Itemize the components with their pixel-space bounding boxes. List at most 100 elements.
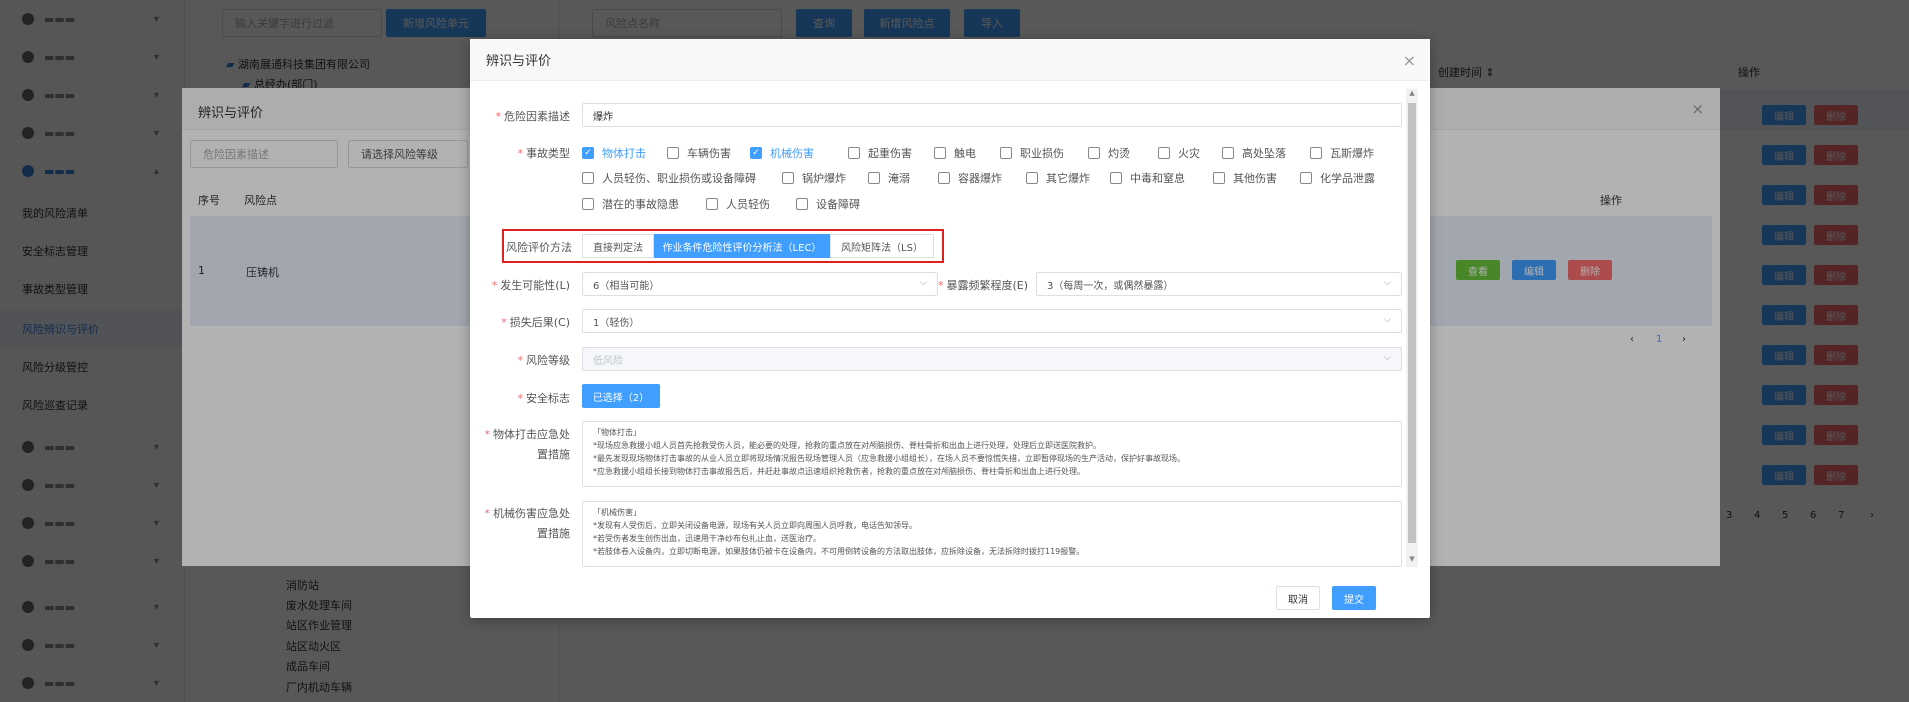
checkbox-icon	[667, 147, 679, 159]
dialog-scrollbar[interactable]: ▲ ▼	[1406, 89, 1418, 567]
dialog-header: 辨识与评价	[470, 39, 1430, 81]
consequence-label: * 损失后果(C)	[501, 316, 570, 329]
consequence-value: 1（轻伤）	[593, 317, 640, 329]
strike-measures-label: * 物体打击应急处 置措施	[484, 428, 571, 461]
accident-type-label: 人员轻伤	[726, 198, 770, 211]
accident-type-label: 灼烫	[1108, 147, 1130, 160]
accident-type-checkbox[interactable]: 灼烫	[1088, 145, 1130, 161]
mechanical-measures-label: * 机械伤害应急处 置措施	[484, 507, 571, 540]
accident-type-checkbox[interactable]: 车辆伤害	[667, 145, 731, 161]
checkbox-icon	[1310, 147, 1322, 159]
accident-type-checkbox[interactable]: 潜在的事故隐患	[582, 196, 679, 212]
checkbox-icon	[938, 172, 950, 184]
checkbox-icon	[1088, 147, 1100, 159]
accident-type-label: 机械伤害	[770, 147, 814, 160]
hazard-value: 爆炸	[593, 111, 613, 123]
checkbox-icon	[848, 147, 860, 159]
chevron-down-icon: ⌵	[1384, 278, 1391, 288]
accident-type-checkbox[interactable]: 瓦斯爆炸	[1310, 145, 1374, 161]
accident-type-label: 车辆伤害	[687, 147, 731, 160]
accident-type-checkbox[interactable]: 火灾	[1158, 145, 1200, 161]
hazard-label: * 危险因素描述	[495, 110, 571, 123]
cancel-button[interactable]: 取消	[1276, 586, 1320, 610]
mechanical-measures-textarea[interactable]: 「机械伤害」 *发现有人受伤后，立即关闭设备电源，现场有关人员立即向周围人员呼救…	[582, 501, 1402, 567]
method-direct-button[interactable]: 直接判定法	[582, 234, 654, 258]
accident-type-label: 潜在的事故隐患	[602, 198, 679, 211]
dialog-title: 辨识与评价	[486, 54, 552, 69]
accident-type-checkbox[interactable]: 其他伤害	[1213, 170, 1277, 186]
identify-evaluate-dialog: 辨识与评价 × * 危险因素描述 爆炸 * 事故类型 风险评价方法 直接判定法 作业…	[470, 39, 1430, 618]
accident-type-label: 淹溺	[888, 172, 910, 185]
checkbox-icon	[1213, 172, 1225, 184]
accident-type-label: 化学品泄露	[1320, 172, 1375, 185]
accident-type-checkbox[interactable]: 中毒和窒息	[1110, 170, 1185, 186]
checkbox-icon	[706, 198, 718, 210]
accident-type-checkbox[interactable]: 容器爆炸	[938, 170, 1002, 186]
likelihood-label: * 发生可能性(L)	[491, 279, 570, 292]
accident-type-label: 火灾	[1178, 147, 1200, 160]
method-label: 风险评价方法	[506, 241, 572, 254]
strike-measures-textarea[interactable]: 「物体打击」 *现场应急救援小组人员首先抢救受伤人员，能必要的处理，抢救的重点放…	[582, 421, 1402, 487]
accident-type-label: 职业损伤	[1020, 147, 1064, 160]
accident-type-checkbox[interactable]: 其它爆炸	[1026, 170, 1090, 186]
risk-level-label: * 风险等级	[517, 354, 571, 367]
scrollbar-thumb[interactable]	[1408, 103, 1416, 543]
chevron-down-icon: ⌵	[1384, 353, 1391, 363]
accident-type-checkbox[interactable]: 触电	[934, 145, 976, 161]
checkbox-icon	[934, 147, 946, 159]
scroll-down-icon[interactable]: ▼	[1406, 555, 1418, 567]
likelihood-value: 6（相当可能）	[593, 280, 660, 292]
exposure-label: * 暴露频繁程度(E)	[937, 279, 1028, 292]
checkbox-icon	[1026, 172, 1038, 184]
accident-type-checkbox[interactable]: 人员轻伤、职业损伤或设备障碍	[582, 170, 756, 186]
accident-type-checkbox[interactable]: 化学品泄露	[1300, 170, 1375, 186]
risk-level-select: 低风险 ⌵	[582, 347, 1402, 371]
submit-button[interactable]: 提交	[1332, 586, 1376, 610]
accident-type-label: 其他伤害	[1233, 172, 1277, 185]
accident-type-label: 容器爆炸	[958, 172, 1002, 185]
scroll-up-icon[interactable]: ▲	[1406, 89, 1418, 101]
checkbox-icon	[1000, 147, 1012, 159]
consequence-select[interactable]: 1（轻伤） ⌵	[582, 309, 1402, 333]
accident-type-checkbox[interactable]: 锅炉爆炸	[782, 170, 846, 186]
accident-type-checkbox[interactable]: 高处坠落	[1222, 145, 1286, 161]
accident-type-label: 其它爆炸	[1046, 172, 1090, 185]
accident-type-label: 物体打击	[602, 147, 646, 160]
safety-sign-label: * 安全标志	[517, 392, 571, 405]
checkbox-icon	[582, 172, 594, 184]
accident-type-checkbox[interactable]: 淹溺	[868, 170, 910, 186]
accident-type-label: 设备障碍	[816, 198, 860, 211]
checkbox-icon	[868, 172, 880, 184]
accident-type-checkbox[interactable]: 起重伤害	[848, 145, 912, 161]
accident-type-checkbox[interactable]: ✓ 机械伤害	[750, 145, 814, 161]
accident-type-checkbox[interactable]: 职业损伤	[1000, 145, 1064, 161]
checkbox-icon	[1222, 147, 1234, 159]
close-icon[interactable]: ×	[1403, 51, 1416, 70]
accident-type-checkbox[interactable]: 人员轻伤	[706, 196, 770, 212]
accident-type-label: 触电	[954, 147, 976, 160]
risk-level-value: 低风险	[593, 355, 623, 367]
hazard-input[interactable]: 爆炸	[582, 103, 1402, 127]
accident-type-label: 高处坠落	[1242, 147, 1286, 160]
accident-type-label: 中毒和窒息	[1130, 172, 1185, 185]
checkbox-icon	[782, 172, 794, 184]
exposure-select[interactable]: 3（每周一次，或偶然暴露） ⌵	[1036, 272, 1402, 296]
accident-type-checkbox[interactable]: ✓ 物体打击	[582, 145, 646, 161]
chevron-down-icon: ⌵	[920, 278, 927, 288]
accident-type-label: 锅炉爆炸	[802, 172, 846, 185]
safety-sign-button[interactable]: 已选择（2）	[582, 384, 660, 408]
checkbox-icon	[1158, 147, 1170, 159]
accident-type-label: 瓦斯爆炸	[1330, 147, 1374, 160]
chevron-down-icon: ⌵	[1384, 315, 1391, 325]
accident-type-label: 人员轻伤、职业损伤或设备障碍	[602, 172, 756, 185]
exposure-value: 3（每周一次，或偶然暴露）	[1047, 280, 1174, 292]
accident-type-checkbox[interactable]: 设备障碍	[796, 196, 860, 212]
checkbox-icon	[1110, 172, 1122, 184]
checkbox-icon	[1300, 172, 1312, 184]
method-ls-button[interactable]: 风险矩阵法（LS）	[830, 234, 934, 258]
accident-type-label: * 事故类型	[517, 147, 571, 160]
likelihood-select[interactable]: 6（相当可能） ⌵	[582, 272, 938, 296]
method-lec-button[interactable]: 作业条件危险性评价分析法（LEC）	[654, 234, 830, 258]
accident-type-label: 起重伤害	[868, 147, 912, 160]
checkbox-checked-icon: ✓	[750, 147, 762, 159]
